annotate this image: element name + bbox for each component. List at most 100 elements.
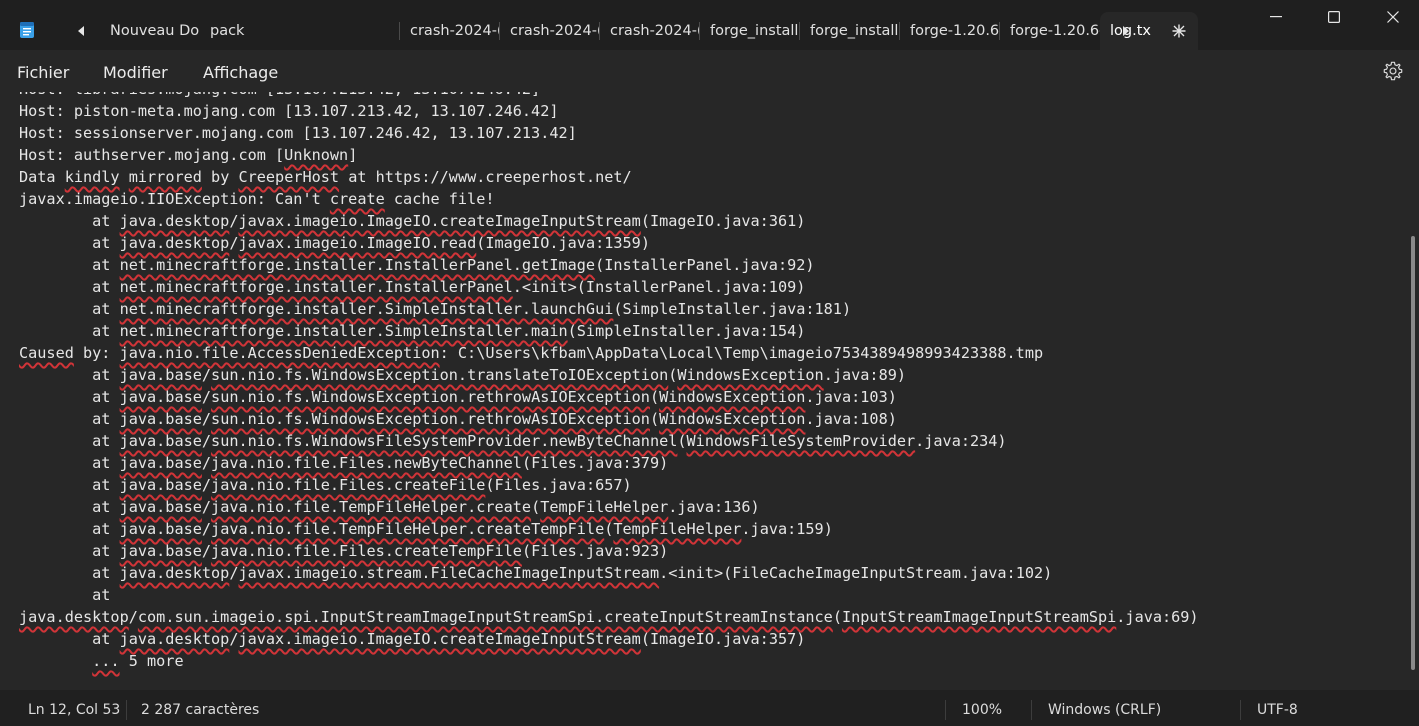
editor-line: at java.base/java.nio.file.TempFileHelpe… (19, 520, 833, 538)
tab-4[interactable]: crash-2024-( (500, 12, 600, 50)
spelling-error: ... (92, 652, 120, 670)
spelling-error: java.nio.file.AccessDeniedException (119, 344, 440, 362)
spelling-error: java.base (119, 476, 202, 494)
tab-label: forge_install (810, 23, 899, 39)
tab-8[interactable]: forge-1.20.6- (900, 12, 1000, 50)
spelling-error: net.minecraftforge.installer.InstallerPa… (119, 278, 513, 296)
spelling-error: java.nio.file.TempFileHelper.createTempF… (211, 520, 605, 538)
spelling-error: net.minecraftforge.installer.SimpleInsta… (119, 322, 568, 340)
spelling-error: java.desktop (119, 212, 230, 230)
editor-line: ... 5 more (92, 652, 184, 670)
spelling-error: TempFileHelper (540, 498, 669, 516)
spelling-error: java.base (119, 520, 202, 538)
tab-5[interactable]: crash-2024-( (600, 12, 700, 50)
editor-line: at java.desktop/javax.imageio.ImageIO.cr… (19, 630, 806, 648)
spelling-error: create (329, 190, 385, 208)
title-bar: Nouveau Do pack crash-2024-( crash-2024-… (0, 0, 1419, 50)
cursor-position[interactable]: Ln 12, Col 53 (28, 702, 120, 718)
editor-line: at java.base/java.nio.file.Files.createT… (19, 542, 669, 560)
spelling-error: net.minecraftforge.installer.SimpleInsta… (119, 300, 614, 318)
tab-label: forge-1.20.6- (910, 23, 1000, 39)
settings-gear-icon[interactable] (1382, 60, 1404, 82)
editor-line: Host: sessionserver.mojang.com [13.107.2… (19, 124, 577, 142)
spelling-error: java.nio.file.TempFileHelper.create (211, 498, 532, 516)
triangle-right-icon (1123, 26, 1129, 36)
editor-line: at net.minecraftforge.installer.SimpleIn… (19, 300, 852, 318)
status-bar: Ln 12, Col 53 2 287 caractères 100% Wind… (0, 690, 1419, 726)
tab-6[interactable]: forge_install (700, 12, 800, 50)
editor-line: Data kindly mirrored by CreeperHost at h… (19, 168, 632, 186)
minimize-icon (1270, 16, 1282, 18)
editor-line: at net.minecraftforge.installer.Installe… (19, 256, 815, 274)
close-window-button[interactable] (1363, 0, 1419, 34)
spelling-error: Unknown (284, 146, 349, 164)
editor-line: at java.base/sun.nio.fs.WindowsException… (19, 366, 906, 384)
menu-file[interactable]: Fichier (17, 63, 69, 82)
spelling-error: java.desktop (19, 608, 129, 626)
editor-line: at java.base/java.nio.file.Files.createF… (19, 476, 632, 494)
editor-line: at (19, 586, 111, 604)
spelling-error: java.base (119, 498, 202, 516)
menu-bar: Fichier Modifier Affichage (0, 50, 1419, 92)
maximize-icon (1328, 11, 1340, 23)
new-tab-button[interactable] (1169, 19, 1189, 43)
spelling-error: java.base (119, 410, 202, 428)
minimize-button[interactable] (1246, 0, 1306, 34)
spelling-error: WindowsException (659, 410, 806, 428)
spelling-error: javax.imageio.ImageIO.read (238, 234, 477, 252)
tab-label: forge-1.20.6- (1010, 23, 1100, 39)
editor-line: Host: piston-meta.mojang.com [13.107.213… (19, 102, 559, 120)
text-editor[interactable]: Host: libraries.mojang.com [13.107.213.4… (0, 92, 1409, 690)
spelling-error: java.base (119, 432, 202, 450)
spelling-error: mirrored (128, 168, 202, 186)
spelling-error: java.desktop (119, 564, 230, 582)
tab-9[interactable]: forge-1.20.6- (1000, 12, 1100, 50)
zoom-level[interactable]: 100% (962, 702, 1002, 718)
spelling-error: sun.nio.fs.WindowsException.translateToI… (211, 366, 669, 384)
spelling-error: WindowsException (659, 388, 806, 406)
editor-line: at java.base/sun.nio.fs.WindowsException… (19, 410, 897, 428)
tab-7[interactable]: forge_install (800, 12, 900, 50)
editor-line: at java.base/java.nio.file.Files.newByte… (19, 454, 669, 472)
spelling-error: Caused (19, 344, 74, 362)
status-divider (1240, 700, 1241, 720)
editor-line: at java.desktop/javax.imageio.stream.Fil… (19, 564, 1053, 582)
status-divider (126, 700, 127, 720)
menu-view[interactable]: Affichage (203, 63, 278, 82)
plus-icon (1172, 24, 1186, 38)
spelling-error: sun.nio.fs.WindowsFileSystemProvider.new… (211, 432, 678, 450)
tab-label: crash-2024-( (510, 23, 600, 39)
editor-line: java.desktop/com.sun.imageio.spi.InputSt… (19, 608, 1199, 626)
maximize-button[interactable] (1304, 0, 1364, 34)
scroll-tabs-right-button[interactable] (1116, 19, 1136, 43)
editor-line: at net.minecraftforge.installer.SimpleIn… (19, 322, 806, 340)
tab-1[interactable]: Nouveau Do (100, 12, 200, 50)
editor-line: at java.desktop/javax.imageio.ImageIO.cr… (19, 212, 806, 230)
spelling-error: java.base (119, 542, 202, 560)
scroll-tabs-left-button[interactable] (71, 19, 91, 43)
spelling-error: java.desktop (119, 234, 230, 252)
spelling-error: sun.nio.fs.WindowsException.rethrowAsIOE… (211, 388, 650, 406)
editor-line: Host: authserver.mojang.com [Unknown] (19, 146, 358, 164)
spelling-error: sun.nio.fs.WindowsException.rethrowAsIOE… (211, 410, 650, 428)
editor-line: javax.imageio.IIOException: Can't create… (19, 190, 495, 208)
tab-strip: Nouveau Do pack crash-2024-( crash-2024-… (100, 12, 1198, 50)
encoding[interactable]: UTF-8 (1257, 702, 1298, 718)
character-count: 2 287 caractères (141, 702, 260, 718)
spelling-error: net.minecraftforge.installer.InstallerPa… (119, 256, 596, 274)
editor-line: at net.minecraftforge.installer.Installe… (19, 278, 806, 296)
spelling-error: javax.imageio.ImageIO.createImageInputSt… (238, 212, 641, 230)
spelling-error: WindowsFileSystemProvider (686, 432, 916, 450)
tab-label: pack (210, 23, 245, 39)
scrollbar-thumb[interactable] (1411, 236, 1415, 670)
editor-line: at java.base/sun.nio.fs.WindowsException… (19, 388, 897, 406)
tab-3[interactable]: crash-2024-( (400, 12, 500, 50)
tab-2[interactable]: pack (200, 12, 400, 50)
tab-label: crash-2024-( (410, 23, 500, 39)
spelling-error: java.nio.file.Files.createFile (211, 476, 486, 494)
menu-edit[interactable]: Modifier (103, 63, 168, 82)
line-ending[interactable]: Windows (CRLF) (1048, 702, 1161, 718)
triangle-left-icon (78, 26, 84, 36)
spelling-error: java.base (119, 454, 202, 472)
spelling-error: java.nio.file.Files.newByteChannel (211, 454, 522, 472)
